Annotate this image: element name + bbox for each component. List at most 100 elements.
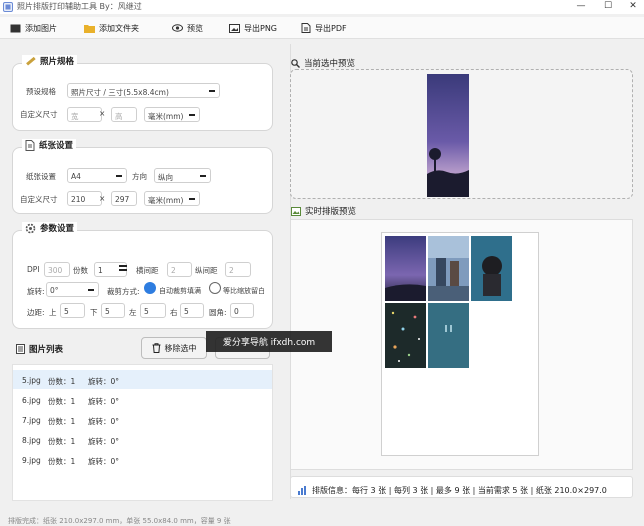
bar-chart-icon [298, 485, 306, 495]
trash-icon [152, 343, 160, 353]
crop-label: 裁剪方式: [107, 287, 140, 296]
selected-photo-preview [427, 74, 469, 197]
export-png-label: 导出PNG [244, 23, 278, 33]
layout-label: 实时排版预览 [305, 207, 357, 217]
item-name: 7.jpg [22, 416, 41, 425]
item-name: 6.jpg [22, 396, 41, 405]
list-item[interactable]: 5.jpg 份数：1 旋转：0° [13, 370, 272, 389]
crop-auto-radio[interactable] [144, 282, 156, 294]
item-rotate: 旋转：0° [88, 437, 120, 446]
margin-top-label: 上 [49, 308, 57, 317]
close-button[interactable]: ✕ [622, 0, 644, 14]
status-text: 排版完成：纸张 210.0x297.0 mm，单张 55.0x84.0 mm，容… [8, 517, 231, 525]
chevron-down-icon [189, 114, 195, 116]
params-title: 参数设置 [22, 222, 78, 234]
image-list-label: 图片列表 [29, 345, 64, 355]
chevron-down-icon [116, 175, 122, 177]
layout-photo [428, 236, 469, 301]
maximize-button[interactable]: ☐ [597, 0, 619, 14]
paper-size-select[interactable]: A4 [67, 168, 127, 183]
paper-width-input[interactable]: 210 [67, 191, 102, 206]
export-png-icon [229, 23, 240, 33]
custom-size-label: 自定义尺寸 [20, 110, 58, 119]
item-rotate: 旋转：0° [88, 417, 120, 426]
photo-unit-select[interactable]: 毫米(mm) [144, 107, 200, 122]
corner-radius-input[interactable]: 0 [230, 303, 254, 318]
page-icon [25, 139, 35, 151]
margin-bottom-input[interactable]: 5 [101, 303, 125, 318]
times-sign: × [99, 194, 106, 203]
custom-height-input[interactable]: 高 [111, 107, 137, 122]
image-icon [10, 24, 21, 32]
preview-button[interactable]: 预览 [172, 20, 203, 36]
image-list-title: 图片列表 [16, 343, 63, 355]
list-item[interactable]: 7.jpg 份数：1 旋转：0° [13, 410, 272, 429]
dpi-input[interactable]: 300 [44, 262, 70, 277]
watermark: 爱分享导航 ifxdh.com [206, 331, 332, 352]
crop-fit-label: 等比缩放留白 [223, 287, 265, 295]
export-pdf-button[interactable]: 导出PDF [301, 20, 347, 36]
title-bar: 照片排版打印辅助工具 By：风继过 — ☐ ✕ [0, 0, 644, 14]
custom-width-input[interactable]: 宽 [67, 107, 102, 122]
layout-photo [385, 236, 426, 301]
layout-photo [428, 303, 469, 368]
photo-spec-title: 照片规格 [22, 55, 78, 67]
times-sign: × [99, 109, 106, 118]
paper-size-value: A4 [71, 172, 81, 181]
preset-label: 预设规格 [26, 87, 56, 96]
minimize-button[interactable]: — [570, 0, 592, 14]
remove-selected-button[interactable]: 移除选中 [141, 337, 207, 359]
list-item[interactable]: 9.jpg 份数：1 旋转：0° [13, 450, 272, 469]
chevron-down-icon [209, 90, 215, 92]
params-label: 参数设置 [40, 224, 75, 234]
margin-top-input[interactable]: 5 [60, 303, 85, 318]
paper-unit-select[interactable]: 毫米(mm) [144, 191, 200, 206]
copies-label: 份数 [73, 266, 88, 275]
item-rotate: 旋转：0° [88, 397, 120, 406]
preset-select[interactable]: 照片尺寸 / 三寸(5.5x8.4cm) [67, 83, 220, 98]
add-folder-label: 添加文件夹 [99, 23, 139, 33]
layout-photo [385, 303, 426, 368]
params-group: 参数设置 DPI 300 份数 1 横间距 2 纵间距 2 旋转: 0° 裁剪方… [12, 222, 273, 329]
paper-label: 纸张设置 [39, 141, 74, 151]
photo-spec-label: 照片规格 [40, 57, 75, 67]
magnifier-icon [291, 58, 300, 68]
margin-right-input[interactable]: 5 [180, 303, 204, 318]
corner-radius-label: 圆角: [209, 308, 227, 317]
export-png-button[interactable]: 导出PNG [229, 20, 277, 36]
paper-custom-label: 自定义尺寸 [20, 195, 58, 204]
rotate-select[interactable]: 0° [46, 282, 99, 297]
direction-select[interactable]: 纵向 [154, 168, 211, 183]
margin-left-label: 左 [129, 308, 137, 317]
preview-label: 当前选中预览 [304, 59, 356, 69]
photo-spec-group: 照片规格 预设规格 照片尺寸 / 三寸(5.5x8.4cm) 自定义尺寸 宽 ×… [12, 55, 273, 131]
item-copies: 份数：1 [48, 417, 76, 426]
item-copies: 份数：1 [48, 457, 76, 466]
hgap-label: 横间距 [136, 266, 159, 275]
status-bar: 排版完成：纸张 210.0x297.0 mm，单张 55.0x84.0 mm，容… [0, 514, 644, 526]
paper-unit-value: 毫米(mm) [148, 196, 184, 205]
app-icon [3, 2, 13, 12]
window-title: 照片排版打印辅助工具 By：风继过 [17, 2, 142, 11]
item-copies: 份数：1 [48, 397, 76, 406]
item-copies: 份数：1 [48, 377, 76, 386]
list-item[interactable]: 8.jpg 份数：1 旋转：0° [13, 430, 272, 449]
crop-fit-radio[interactable] [209, 282, 221, 294]
paper-height-input[interactable]: 297 [111, 191, 137, 206]
list-icon [16, 344, 25, 354]
item-name: 9.jpg [22, 456, 41, 465]
image-list[interactable]: 5.jpg 份数：1 旋转：0° 6.jpg 份数：1 旋转：0° 7.jpg 份数：1 旋… [12, 364, 273, 501]
export-pdf-label: 导出PDF [315, 23, 347, 33]
rotate-label: 旋转: [27, 287, 45, 296]
spinner-icon[interactable] [119, 265, 127, 272]
vgap-input[interactable]: 2 [225, 262, 251, 277]
photo-unit-value: 毫米(mm) [148, 112, 184, 121]
hgap-input[interactable]: 2 [167, 262, 192, 277]
folder-icon [84, 24, 95, 33]
add-image-button[interactable]: 添加图片 [10, 20, 57, 36]
list-item[interactable]: 6.jpg 份数：1 旋转：0° [13, 390, 272, 409]
paper-title: 纸张设置 [22, 139, 77, 151]
add-folder-button[interactable]: 添加文件夹 [84, 20, 139, 36]
toolbar: 添加图片 添加文件夹 预览 导出PNG 导出PDF [0, 17, 644, 39]
margin-left-input[interactable]: 5 [140, 303, 166, 318]
